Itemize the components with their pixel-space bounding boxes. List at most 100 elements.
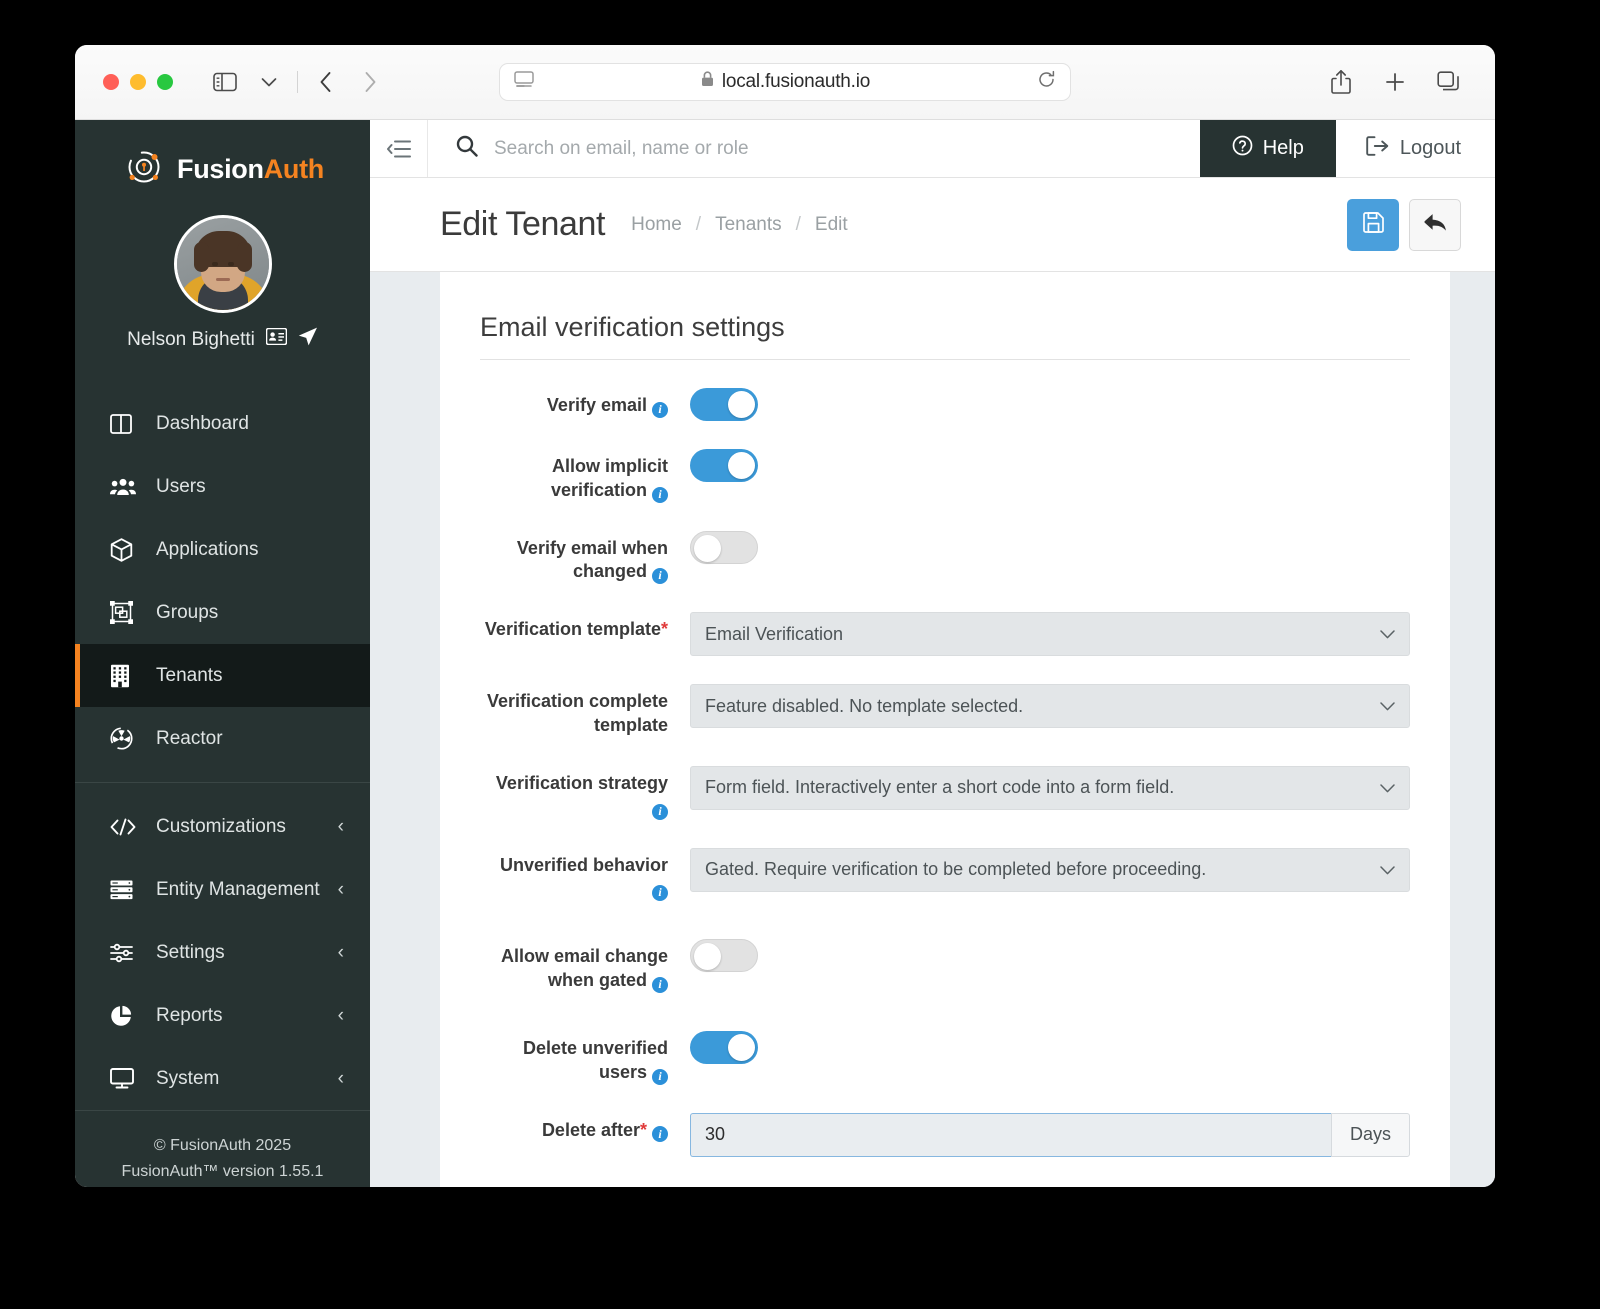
info-icon[interactable]: i	[652, 1068, 668, 1085]
main-column: Help Logout Edit Tenant Home	[370, 120, 1495, 1187]
footer-copyright: © FusionAuth 2025	[153, 1137, 292, 1154]
reader-view-icon[interactable]	[514, 70, 534, 94]
location-arrow-icon[interactable]	[298, 327, 318, 352]
browser-toolbar: local.fusionauth.io	[75, 45, 1495, 120]
address-bar[interactable]: local.fusionauth.io	[499, 63, 1071, 101]
chevron-down-icon	[1380, 624, 1395, 644]
logout-button[interactable]: Logout	[1336, 120, 1495, 177]
breadcrumb-item-edit[interactable]: Edit	[815, 214, 848, 236]
content-scroll-area[interactable]: Email verification settings Verify email…	[370, 272, 1495, 1187]
form-control: Form field. Interactively enter a short …	[690, 765, 1410, 810]
toolbar-divider	[297, 71, 298, 93]
sidebar-item-label: Applications	[156, 538, 259, 560]
required-marker: *	[660, 619, 668, 640]
sliders-icon	[110, 943, 140, 963]
collapse-sidebar-icon[interactable]	[370, 120, 428, 177]
info-icon[interactable]: i	[652, 803, 668, 820]
sidebar-item-applications[interactable]: Applications	[75, 518, 370, 581]
sidebar-item-label: Reports	[156, 1004, 223, 1026]
users-icon	[110, 477, 140, 496]
sidebar: FusionAuth Nelson Bighetti Dashboard Use…	[75, 120, 370, 1187]
breadcrumb-item-tenants[interactable]: Tenants	[715, 214, 782, 236]
dashboard-icon	[110, 413, 140, 434]
search-icon	[456, 135, 478, 162]
tab-overview-icon[interactable]	[1429, 65, 1469, 99]
save-button[interactable]	[1347, 198, 1399, 251]
page-actions	[1347, 198, 1461, 251]
form-control: Feature disabled. No template selected.	[690, 684, 1410, 729]
form-row-delete-unverified-users: Delete unverified users i	[480, 1017, 1410, 1099]
sidebar-item-label: Entity Management	[156, 878, 320, 900]
sidebar-icon[interactable]	[205, 65, 245, 99]
info-icon[interactable]: i	[652, 486, 668, 503]
brand-logo[interactable]: FusionAuth	[75, 120, 370, 205]
verification-complete-template-select[interactable]: Feature disabled. No template selected.	[690, 684, 1410, 729]
window-traffic-lights[interactable]	[103, 74, 173, 90]
id-card-icon[interactable]	[265, 327, 288, 351]
sidebar-item-dashboard[interactable]: Dashboard	[75, 392, 370, 455]
form-control	[690, 939, 1410, 973]
back-arrow-icon	[1423, 213, 1447, 237]
info-icon[interactable]: i	[652, 976, 668, 993]
info-icon[interactable]: i	[652, 885, 668, 902]
sidebar-item-tenants[interactable]: Tenants	[75, 644, 370, 707]
sidebar-item-settings[interactable]: Settings ‹	[75, 921, 370, 984]
breadcrumb-item-home[interactable]: Home	[631, 214, 682, 236]
breadcrumb-separator: /	[695, 213, 702, 235]
sidebar-item-customizations[interactable]: Customizations ‹	[75, 795, 370, 858]
unverified-behavior-select[interactable]: Gated. Require verification to be comple…	[690, 847, 1410, 892]
required-marker: *	[639, 1119, 647, 1140]
form-row-allow-email-change-when-gated: Allow email change when gated i	[480, 925, 1410, 1007]
tenants-building-icon	[110, 664, 140, 688]
info-icon[interactable]: i	[652, 401, 668, 418]
minimize-window-button[interactable]	[130, 74, 146, 90]
server-stack-icon	[110, 880, 140, 900]
breadcrumb-separator: /	[795, 213, 801, 235]
sidebar-item-label: Groups	[156, 601, 219, 623]
user-row: Nelson Bighetti	[75, 327, 370, 352]
question-circle-icon	[1232, 135, 1253, 162]
sidebar-item-entity-management[interactable]: Entity Management ‹	[75, 858, 370, 921]
sidebar-item-groups[interactable]: Groups	[75, 581, 370, 644]
delete-after-input[interactable]	[690, 1112, 1331, 1157]
back-arrow-icon[interactable]	[306, 65, 346, 99]
verification-strategy-select[interactable]: Form field. Interactively enter a short …	[690, 765, 1410, 810]
chevron-left-icon: ‹	[337, 815, 344, 837]
code-icon	[110, 818, 140, 836]
sidebar-item-users[interactable]: Users	[75, 455, 370, 518]
sidebar-item-reactor[interactable]: Reactor	[75, 707, 370, 770]
help-button[interactable]: Help	[1199, 120, 1336, 177]
chevron-left-icon: ‹	[337, 941, 344, 963]
delete-unverified-users-toggle[interactable]	[690, 1030, 758, 1064]
avatar[interactable]	[173, 215, 272, 313]
brand-text-first: Fusion	[177, 154, 264, 184]
reload-icon[interactable]	[1037, 70, 1056, 94]
share-icon[interactable]	[1321, 65, 1361, 99]
chevron-left-icon: ‹	[337, 1067, 344, 1089]
verification-template-select[interactable]: Email Verification	[690, 612, 1410, 657]
allow-email-change-when-gated-toggle[interactable]	[690, 939, 758, 973]
sidebar-item-label: Customizations	[156, 815, 286, 837]
floppy-disk-save-icon	[1362, 211, 1384, 238]
maximize-window-button[interactable]	[157, 74, 173, 90]
form-label: Delete after* i	[480, 1113, 690, 1143]
page-title: Edit Tenant	[440, 205, 606, 243]
sidebar-item-reports[interactable]: Reports ‹	[75, 984, 370, 1047]
allow-implicit-verification-toggle[interactable]	[690, 449, 758, 482]
info-icon[interactable]: i	[652, 1126, 668, 1143]
cancel-button[interactable]	[1409, 198, 1461, 251]
close-window-button[interactable]	[103, 74, 119, 90]
forward-arrow-icon[interactable]	[350, 65, 390, 99]
chevron-down-icon[interactable]	[249, 65, 289, 99]
select-value: Form field. Interactively enter a short …	[705, 777, 1175, 798]
new-tab-icon[interactable]	[1375, 65, 1415, 99]
verify-email-when-changed-toggle[interactable]	[690, 530, 758, 564]
search-input[interactable]	[494, 137, 1200, 160]
sidebar-item-system[interactable]: System ‹	[75, 1047, 370, 1110]
form-control: Gated. Require verification to be comple…	[690, 847, 1410, 892]
chevron-left-icon: ‹	[337, 1004, 344, 1026]
verify-email-toggle[interactable]	[690, 388, 758, 421]
sidebar-nav: Dashboard Users Applications Groups Tena…	[75, 378, 370, 1110]
info-icon[interactable]: i	[652, 568, 668, 585]
search-area[interactable]	[428, 120, 1200, 177]
